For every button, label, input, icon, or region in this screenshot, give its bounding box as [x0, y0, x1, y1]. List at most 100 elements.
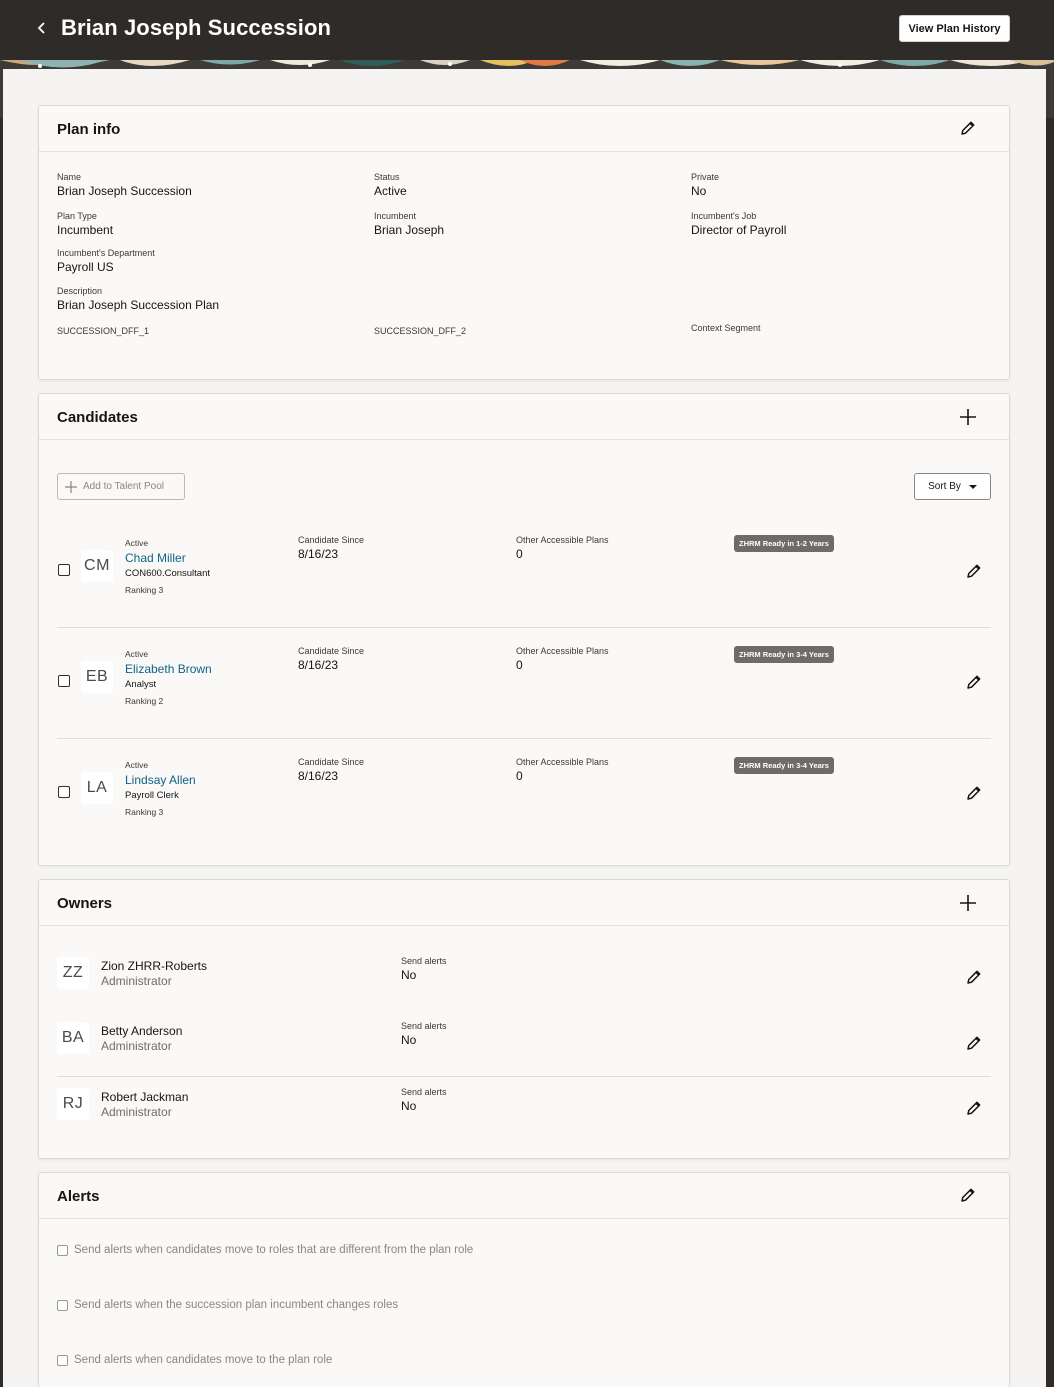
edit-pencil-icon[interactable]	[965, 1034, 983, 1052]
alerts-card: Alerts Send alerts when candidates move …	[38, 1172, 1010, 1387]
candidate-checkbox[interactable]	[58, 675, 70, 687]
field-value: 8/16/23	[298, 547, 339, 561]
field-label: Private	[691, 172, 720, 182]
owner-name: Robert Jackman	[101, 1090, 189, 1104]
candidates-header: Candidates	[39, 394, 1009, 440]
caret-down-icon	[968, 484, 977, 489]
field-value: 8/16/23	[298, 769, 339, 783]
field-label: Candidate Since	[298, 535, 365, 545]
alerts-header: Alerts	[39, 1173, 1009, 1219]
alert-checkbox[interactable]	[57, 1299, 68, 1311]
send-alerts-field: Send alerts No	[401, 956, 447, 982]
alert-checkbox[interactable]	[57, 1354, 68, 1366]
edit-pencil-icon[interactable]	[959, 119, 979, 139]
readiness-badge: ZHRM Ready in 1-2 Years	[734, 535, 834, 552]
field-private: Private No	[691, 172, 719, 198]
other-plans-field: Other Accessible Plans 0	[516, 535, 609, 561]
avatar: ZZ	[57, 957, 89, 989]
add-plus-icon[interactable]	[958, 407, 978, 427]
field-label: Other Accessible Plans	[516, 646, 609, 656]
readiness-badge: ZHRM Ready in 3-4 Years	[734, 757, 834, 774]
plan-info-title: Plan info	[57, 121, 121, 138]
candidate-name-link[interactable]: Lindsay Allen	[125, 773, 196, 787]
candidate-identity: Active Elizabeth Brown Analyst Ranking 2	[125, 649, 212, 706]
candidate-name-link[interactable]: Elizabeth Brown	[125, 662, 212, 676]
field-value: Active	[374, 184, 407, 198]
sort-by-dropdown[interactable]: Sort By	[914, 473, 991, 500]
field-label: Other Accessible Plans	[516, 535, 609, 545]
candidate-job: Payroll Clerk	[125, 790, 179, 801]
field-label: Candidate Since	[298, 646, 365, 656]
field-value: Brian Joseph	[374, 223, 445, 237]
candidate-checkbox[interactable]	[58, 564, 70, 576]
candidate-job: CON600.Consultant	[125, 568, 211, 579]
readiness-badge: ZHRM Ready in 3-4 Years	[734, 646, 834, 663]
field-value: 0	[516, 547, 523, 561]
field-incumbent-department: Incumbent's Department Payroll US	[57, 248, 155, 274]
candidates-card: Candidates Add to Talent Pool Sort By CM…	[38, 393, 1010, 866]
add-to-talent-pool-button[interactable]: Add to Talent Pool	[57, 473, 185, 500]
alert-option-label: Send alerts when the succession plan inc…	[74, 1299, 399, 1311]
candidate-checkbox[interactable]	[58, 786, 70, 798]
avatar: LA	[81, 772, 113, 804]
field-description: Description Brian Joseph Succession Plan	[57, 286, 219, 312]
owners-card: Owners ZZ Zion ZHRR-Roberts Administrato…	[38, 879, 1010, 1159]
owner-role: Administrator	[101, 974, 172, 988]
owner-identity: Betty Anderson Administrator	[101, 1024, 182, 1053]
candidate-since-field: Candidate Since 8/16/23	[298, 646, 364, 672]
other-plans-field: Other Accessible Plans 0	[516, 757, 609, 783]
field-context-segment: Context Segment	[691, 323, 761, 333]
edit-pencil-icon[interactable]	[959, 1186, 979, 1206]
field-label: Plan Type	[57, 211, 97, 221]
add-plus-icon[interactable]	[958, 893, 978, 913]
field-value: No	[691, 184, 707, 198]
plus-icon	[65, 480, 77, 493]
field-label: Other Accessible Plans	[516, 757, 609, 767]
send-alerts-field: Send alerts No	[401, 1021, 447, 1047]
back-chevron-icon[interactable]	[32, 18, 52, 38]
field-value: No	[401, 1033, 417, 1047]
candidate-since-field: Candidate Since 8/16/23	[298, 535, 364, 561]
field-value: No	[401, 1099, 417, 1113]
sort-by-label: Sort By	[928, 481, 961, 492]
candidate-job: Analyst	[125, 679, 157, 690]
owners-header: Owners	[39, 880, 1009, 926]
owner-role: Administrator	[101, 1039, 172, 1053]
divider	[57, 627, 991, 628]
field-label: Incumbent's Department	[57, 248, 155, 258]
alert-checkbox[interactable]	[57, 1244, 68, 1256]
candidate-ranking: Ranking 2	[125, 696, 164, 706]
top-bar: Brian Joseph Succession View Plan Histor…	[0, 0, 1054, 60]
field-label: Status	[374, 172, 400, 182]
field-value: 0	[516, 658, 523, 672]
edit-pencil-icon[interactable]	[965, 673, 983, 691]
field-incumbent: Incumbent Brian Joseph	[374, 211, 444, 237]
field-name: Name Brian Joseph Succession	[57, 172, 192, 198]
candidate-ranking: Ranking 3	[125, 807, 164, 817]
field-succession-dff-1: SUCCESSION_DFF_1	[57, 326, 150, 336]
field-label: Send alerts	[401, 1087, 447, 1097]
candidate-name-link[interactable]: Chad Miller	[125, 551, 210, 565]
field-value: No	[401, 968, 417, 982]
alert-option: Send alerts when the succession plan inc…	[57, 1299, 398, 1311]
field-value: Brian Joseph Succession Plan	[57, 298, 220, 312]
field-label: Incumbent's Job	[691, 211, 757, 221]
field-value: Payroll US	[57, 260, 114, 274]
candidate-status: Active	[125, 538, 149, 548]
field-value: Brian Joseph Succession	[57, 184, 192, 198]
edit-pencil-icon[interactable]	[965, 968, 983, 986]
candidate-status: Active	[125, 649, 149, 659]
field-incumbent-job: Incumbent's Job Director of Payroll	[691, 211, 786, 237]
owner-identity: Zion ZHRR-Roberts Administrator	[101, 959, 207, 988]
view-plan-history-button[interactable]: View Plan History	[899, 15, 1010, 42]
edit-pencil-icon[interactable]	[965, 784, 983, 802]
field-plan-type: Plan Type Incumbent	[57, 211, 113, 237]
edit-pencil-icon[interactable]	[965, 562, 983, 580]
owner-name: Zion ZHRR-Roberts	[101, 959, 208, 973]
candidates-title: Candidates	[57, 409, 138, 426]
add-to-talent-pool-label: Add to Talent Pool	[83, 481, 164, 492]
edit-pencil-icon[interactable]	[965, 1099, 983, 1117]
field-label: Description	[57, 286, 103, 296]
divider	[57, 738, 991, 739]
field-label: Send alerts	[401, 956, 447, 966]
